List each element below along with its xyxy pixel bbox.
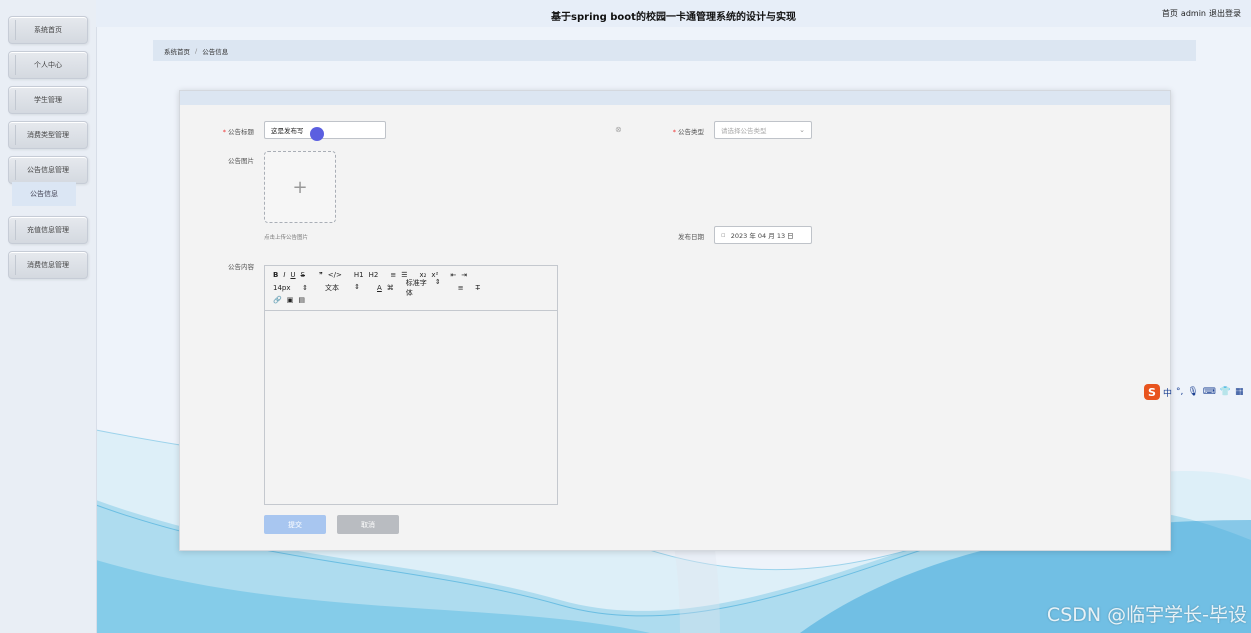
user-area: 首页 admin 退出登录: [1159, 8, 1241, 19]
image-icon[interactable]: ▣: [287, 296, 294, 304]
microphone-icon[interactable]: 🎙: [1187, 387, 1198, 397]
video-icon[interactable]: ▤: [298, 296, 305, 304]
content-label: 公告内容: [228, 263, 254, 271]
font-color-icon[interactable]: A: [377, 284, 382, 292]
sidebar-item-consumption-types[interactable]: 消费类型管理: [8, 121, 88, 149]
sidebar-item-home[interactable]: 系统首页: [8, 16, 88, 44]
plus-icon: +: [292, 176, 308, 198]
ime-toolbar[interactable]: S 中 °, 🎙 ⌨ 👕 ▦: [1144, 383, 1251, 401]
form-header: [180, 91, 1170, 105]
sidebar-item-consumption-info[interactable]: 消费信息管理: [8, 251, 88, 279]
highlight-icon[interactable]: ⌘: [387, 284, 394, 292]
indent-button[interactable]: ⇥: [461, 271, 467, 279]
strike-button[interactable]: S: [301, 271, 305, 279]
announcement-form: * 公告标题 这是发布写 ⊗ * 公告类型 请选择公告类型 ⌄ 公告图片 + 点击上…: [179, 90, 1171, 551]
date-picker[interactable]: ▫ 2023 年 04 月 13 日: [714, 226, 812, 244]
font-size-select[interactable]: 14px ⇕: [273, 284, 313, 292]
rich-text-editor[interactable]: B I U S ❞ </> H1 H2 ≡ ☰ x₂ x² ⇤ ⇥ 14px ⇕ …: [264, 265, 558, 505]
breadcrumb-current: 公告信息: [202, 47, 229, 56]
outdent-button[interactable]: ⇤: [450, 271, 456, 279]
quote-button[interactable]: ❞: [319, 271, 323, 279]
italic-button[interactable]: I: [283, 271, 285, 279]
image-upload[interactable]: +: [264, 151, 336, 223]
type-label: * 公告类型: [672, 128, 704, 136]
code-button[interactable]: </>: [328, 271, 342, 279]
grid-icon[interactable]: ▦: [1235, 387, 1244, 397]
sidebar-subitem-announcement-info[interactable]: 公告信息: [12, 182, 76, 206]
sidebar-item-announcements[interactable]: 公告信息管理: [8, 156, 88, 184]
chevron-down-icon: ⌄: [799, 126, 805, 134]
align-icon[interactable]: ≡: [458, 284, 464, 292]
sidebar-item-profile[interactable]: 个人中心: [8, 51, 88, 79]
type-select[interactable]: 请选择公告类型 ⌄: [714, 121, 812, 139]
breadcrumb-home[interactable]: 系统首页: [164, 46, 190, 56]
skin-icon[interactable]: 👕: [1220, 387, 1231, 397]
editor-toolbar: B I U S ❞ </> H1 H2 ≡ ☰ x₂ x² ⇤ ⇥ 14px ⇕ …: [265, 266, 557, 311]
underline-button[interactable]: U: [290, 271, 295, 279]
breadcrumb: 系统首页 / 公告信息: [153, 40, 1196, 61]
text-style-select[interactable]: 文本 ⇕: [325, 283, 365, 293]
h1-button[interactable]: H1: [354, 271, 364, 279]
mouse-cursor-icon: [310, 127, 324, 141]
sogou-logo-icon: S: [1144, 384, 1160, 400]
upload-tip: 点击上传公告图片: [264, 235, 309, 241]
clear-format-icon[interactable]: T̶: [476, 284, 480, 292]
date-label: 发布日期: [678, 233, 704, 241]
breadcrumb-separator: /: [195, 46, 198, 55]
bold-button[interactable]: B: [273, 271, 278, 279]
title-label: * 公告标题: [222, 128, 254, 136]
title-input[interactable]: 这是发布写: [264, 121, 386, 139]
keyboard-icon[interactable]: ⌨: [1203, 387, 1216, 397]
logout-link[interactable]: 退出登录: [1209, 9, 1241, 18]
watermark: CSDN @临宇学长-毕设: [1046, 604, 1247, 626]
app-title: 基于spring boot的校园一卡通管理系统的设计与实现: [551, 12, 796, 23]
cancel-button[interactable]: 取消: [337, 515, 399, 534]
username: admin: [1180, 9, 1206, 18]
calendar-icon: ▫: [721, 231, 726, 239]
ordered-list-button[interactable]: ≡: [390, 271, 396, 279]
image-label: 公告图片: [228, 157, 254, 165]
home-link[interactable]: 首页: [1162, 9, 1178, 18]
punctuation-icon[interactable]: °,: [1176, 387, 1183, 397]
clear-icon[interactable]: ⊗: [615, 125, 622, 134]
sidebar-item-recharge[interactable]: 充值信息管理: [8, 216, 88, 244]
font-family-select[interactable]: 标准字体 ⇕: [406, 278, 446, 298]
ime-mode[interactable]: 中: [1163, 386, 1172, 399]
h2-button[interactable]: H2: [369, 271, 379, 279]
link-icon[interactable]: 🔗: [273, 296, 282, 304]
header: 基于spring boot的校园一卡通管理系统的设计与实现 首页 admin 退出登…: [96, 0, 1251, 27]
sidebar: 系统首页 个人中心 学生管理 消费类型管理 公告信息管理 公告信息 充值信息管理…: [0, 0, 97, 633]
sidebar-item-students[interactable]: 学生管理: [8, 86, 88, 114]
submit-button[interactable]: 提交: [264, 515, 326, 534]
